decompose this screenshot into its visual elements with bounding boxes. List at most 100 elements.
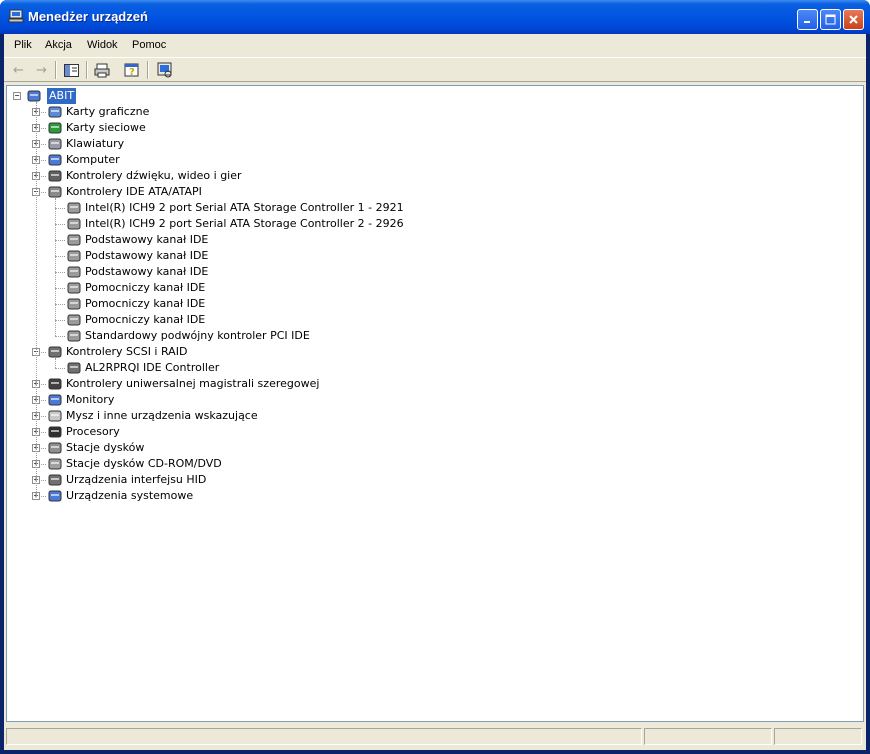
menu-pomoc[interactable]: Pomoc: [132, 39, 166, 51]
status-cell-main: [6, 728, 642, 745]
tree-device[interactable]: Pomocniczy kanał IDE: [85, 280, 205, 296]
tree-device[interactable]: Podstawowy kanał IDE: [85, 248, 208, 264]
tree-category[interactable]: Kontrolery dźwięku, wideo i gier: [66, 168, 242, 184]
ide-channel-icon: [67, 218, 81, 230]
system-device-icon: [48, 490, 62, 502]
ide-channel-icon: [67, 330, 81, 342]
toolbar: ← → ?: [4, 57, 866, 82]
tree-device[interactable]: Pomocniczy kanał IDE: [85, 312, 205, 328]
ide-channel-icon: [67, 234, 81, 246]
tree-category[interactable]: Kontrolery SCSI i RAID: [66, 344, 187, 360]
tree-connector-line: [55, 320, 65, 321]
ide-channel-icon: [67, 298, 81, 310]
menu-akcja[interactable]: Akcja: [45, 39, 72, 51]
ide-channel-icon: [67, 202, 81, 214]
print-icon: [94, 63, 109, 77]
tree-connector-line: [55, 288, 65, 289]
show-hide-tree-icon: [64, 63, 79, 77]
tree-root[interactable]: ABIT: [47, 88, 77, 104]
tree-connector-line: [55, 256, 65, 257]
title-bar[interactable]: Menedżer urządzeń: [0, 0, 870, 34]
scsi-adapter-icon: [67, 362, 81, 374]
tree-category[interactable]: Klawiatury: [66, 136, 124, 152]
tree-category[interactable]: Komputer: [66, 152, 120, 168]
tree-category[interactable]: Stacje dysków: [66, 440, 144, 456]
minimize-icon: [804, 21, 810, 23]
tree-category[interactable]: Procesory: [66, 424, 120, 440]
display-adapter-icon: [48, 106, 62, 118]
network-adapter-icon: [48, 122, 62, 134]
help-properties-button[interactable]: ?: [123, 62, 140, 78]
tree-connector-line: [55, 272, 65, 273]
tree-connector-line: [36, 102, 37, 496]
computer-icon: [48, 154, 62, 166]
keyboard-icon: [48, 138, 62, 150]
tree-connector-line: [55, 198, 56, 336]
floppy-drive-icon: [48, 442, 62, 454]
menu-plik[interactable]: Plik: [14, 39, 32, 51]
scan-hardware-button[interactable]: [156, 62, 173, 78]
tree-connector-line: [55, 358, 56, 368]
tree-category[interactable]: Stacje dysków CD-ROM/DVD: [66, 456, 222, 472]
tree-category[interactable]: Karty graficzne: [66, 104, 149, 120]
tree-category[interactable]: Urządzenia interfejsu HID: [66, 472, 206, 488]
print-button[interactable]: [93, 62, 110, 78]
tree-connector-line: [55, 336, 65, 337]
device-manager-window: Menedżer urządzeń Plik Akcja Widok Pomoc…: [0, 0, 870, 754]
mouse-icon: [48, 410, 62, 422]
menu-bar: Plik Akcja Widok Pomoc: [4, 34, 866, 56]
close-icon: [849, 15, 858, 24]
tree-device[interactable]: Intel(R) ICH9 2 port Serial ATA Storage …: [85, 200, 404, 216]
tree-connector-line: [55, 224, 65, 225]
cdrom-drive-icon: [48, 458, 62, 470]
tree-device[interactable]: Podstawowy kanał IDE: [85, 232, 208, 248]
processor-icon: [48, 426, 62, 438]
tree-expander-root[interactable]: −: [13, 92, 21, 100]
tree-connector-line: [55, 304, 65, 305]
forward-arrow-icon: →: [36, 62, 47, 78]
close-button[interactable]: [843, 9, 864, 30]
window-client: Plik Akcja Widok Pomoc ← → ? −ABIT+Ka: [4, 34, 866, 750]
status-bar: [4, 725, 866, 748]
show-hide-tree-button[interactable]: [63, 62, 80, 78]
scan-hardware-icon: [157, 62, 171, 78]
status-cell-tertiary: [774, 728, 862, 745]
help-properties-icon: ?: [124, 63, 138, 78]
tree-category[interactable]: Karty sieciowe: [66, 120, 146, 136]
ide-channel-icon: [67, 266, 81, 278]
minimize-button[interactable]: [797, 9, 818, 30]
status-cell-secondary: [644, 728, 772, 745]
back-button[interactable]: ←: [10, 62, 27, 78]
ide-channel-icon: [67, 314, 81, 326]
tree-connector-line: [55, 208, 65, 209]
tree-device[interactable]: Standardowy podwójny kontroler PCI IDE: [85, 328, 310, 344]
tree-device[interactable]: Podstawowy kanał IDE: [85, 264, 208, 280]
tree-device[interactable]: AL2RPRQI IDE Controller: [85, 360, 219, 376]
maximize-icon: [825, 14, 836, 25]
tree-device[interactable]: Pomocniczy kanał IDE: [85, 296, 205, 312]
tree-category[interactable]: Kontrolery uniwersalnej magistrali szere…: [66, 376, 319, 392]
maximize-button[interactable]: [820, 9, 841, 30]
toolbar-separator: [147, 61, 149, 79]
tree-category[interactable]: Urządzenia systemowe: [66, 488, 193, 504]
sound-controller-icon: [48, 170, 62, 182]
ide-channel-icon: [67, 282, 81, 294]
tree-connector-line: [55, 240, 65, 241]
tree-category[interactable]: Monitory: [66, 392, 114, 408]
window-title: Menedżer urządzeń: [28, 9, 148, 24]
svg-text:?: ?: [129, 67, 135, 78]
tree-category[interactable]: Mysz i inne urządzenia wskazujące: [66, 408, 258, 424]
monitor-icon: [48, 394, 62, 406]
device-manager-icon: [8, 9, 24, 23]
tree-connector-line: [55, 368, 65, 369]
toolbar-separator: [86, 61, 88, 79]
ide-channel-icon: [67, 250, 81, 262]
usb-controller-icon: [48, 378, 62, 390]
hid-device-icon: [48, 474, 62, 486]
menu-widok[interactable]: Widok: [87, 39, 118, 51]
tree-category[interactable]: Kontrolery IDE ATA/ATAPI: [66, 184, 202, 200]
tree-device[interactable]: Intel(R) ICH9 2 port Serial ATA Storage …: [85, 216, 404, 232]
device-tree[interactable]: − ABIT + Karty graficzne + Karty sieciowe + Kla…: [6, 85, 864, 722]
forward-button[interactable]: →: [33, 62, 50, 78]
toolbar-separator: [55, 61, 57, 79]
